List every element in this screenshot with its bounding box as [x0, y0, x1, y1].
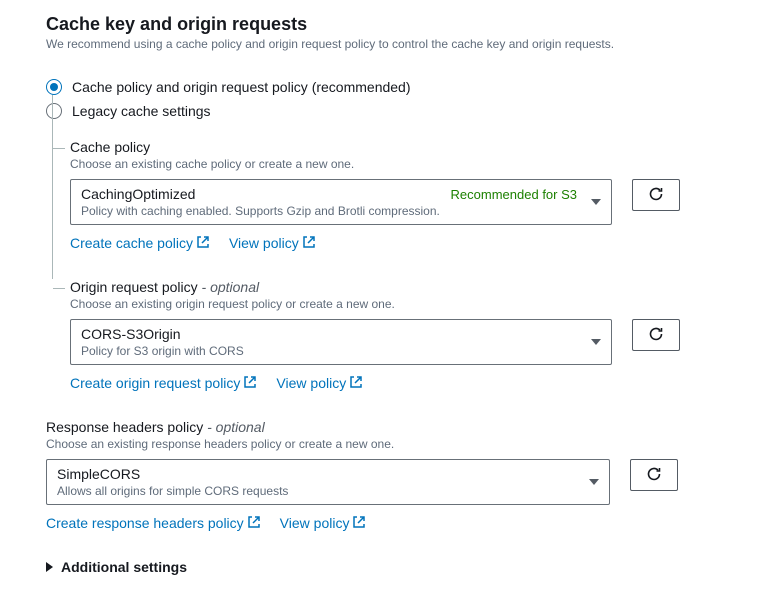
radio-label: Cache policy and origin request policy (… — [72, 79, 411, 95]
refresh-icon — [646, 466, 662, 485]
cache-policy-select[interactable]: CachingOptimized Recommended for S3 Poli… — [70, 179, 612, 225]
select-subtext: Allows all origins for simple CORS reque… — [57, 484, 579, 498]
view-cache-policy-link[interactable]: View policy — [229, 235, 315, 251]
view-origin-policy-link[interactable]: View policy — [276, 375, 362, 391]
origin-policy-hint: Choose an existing origin request policy… — [70, 297, 717, 311]
cache-policy-label: Cache policy — [70, 139, 717, 155]
refresh-origin-policy-button[interactable] — [632, 319, 680, 351]
optional-text: - optional — [203, 419, 264, 435]
external-link-icon — [197, 235, 209, 251]
radio-icon — [46, 79, 62, 95]
chevron-down-icon — [591, 339, 601, 345]
external-link-icon — [350, 375, 362, 391]
section-title: Cache key and origin requests — [46, 14, 717, 35]
optional-text: - optional — [198, 279, 259, 295]
chevron-down-icon — [591, 199, 601, 205]
link-text: View policy — [276, 375, 346, 391]
link-text: Create origin request policy — [70, 375, 240, 391]
select-subtext: Policy for S3 origin with CORS — [81, 344, 581, 358]
select-value: SimpleCORS — [57, 466, 140, 482]
refresh-cache-policy-button[interactable] — [632, 179, 680, 211]
select-value: CachingOptimized — [81, 186, 195, 202]
additional-settings-toggle[interactable]: Additional settings — [46, 559, 717, 575]
additional-settings-label: Additional settings — [61, 559, 187, 575]
chevron-down-icon — [589, 479, 599, 485]
external-link-icon — [303, 235, 315, 251]
create-cache-policy-link[interactable]: Create cache policy — [70, 235, 209, 251]
recommended-badge: Recommended for S3 — [451, 187, 577, 202]
origin-policy-label: Origin request policy - optional — [70, 279, 717, 295]
cache-policy-field: Cache policy Choose an existing cache po… — [70, 139, 717, 251]
label-text: Origin request policy — [70, 279, 198, 295]
policy-mode-radio-group: Cache policy and origin request policy (… — [46, 79, 717, 119]
radio-icon — [46, 103, 62, 119]
connector-line — [53, 288, 65, 289]
link-text: View policy — [280, 515, 350, 531]
link-text: Create cache policy — [70, 235, 193, 251]
origin-request-policy-field: Origin request policy - optional Choose … — [70, 279, 717, 391]
external-link-icon — [248, 515, 260, 531]
origin-policy-select[interactable]: CORS-S3Origin Policy for S3 origin with … — [70, 319, 612, 365]
connector-line — [52, 95, 53, 279]
external-link-icon — [244, 375, 256, 391]
response-policy-hint: Choose an existing response headers poli… — [46, 437, 717, 451]
refresh-icon — [648, 186, 664, 205]
create-origin-policy-link[interactable]: Create origin request policy — [70, 375, 256, 391]
link-text: Create response headers policy — [46, 515, 244, 531]
response-headers-policy-field: Response headers policy - optional Choos… — [46, 419, 717, 531]
radio-recommended[interactable]: Cache policy and origin request policy (… — [46, 79, 717, 95]
section-description: We recommend using a cache policy and or… — [46, 37, 717, 51]
radio-label: Legacy cache settings — [72, 103, 211, 119]
external-link-icon — [353, 515, 365, 531]
response-policy-select[interactable]: SimpleCORS Allows all origins for simple… — [46, 459, 610, 505]
label-text: Response headers policy — [46, 419, 203, 435]
refresh-response-policy-button[interactable] — [630, 459, 678, 491]
view-response-policy-link[interactable]: View policy — [280, 515, 366, 531]
select-value: CORS-S3Origin — [81, 326, 181, 342]
connector-line — [53, 148, 65, 149]
caret-right-icon — [46, 562, 53, 572]
refresh-icon — [648, 326, 664, 345]
select-subtext: Policy with caching enabled. Supports Gz… — [81, 204, 581, 218]
create-response-policy-link[interactable]: Create response headers policy — [46, 515, 260, 531]
response-policy-label: Response headers policy - optional — [46, 419, 717, 435]
radio-legacy[interactable]: Legacy cache settings — [46, 103, 717, 119]
cache-policy-hint: Choose an existing cache policy or creat… — [70, 157, 717, 171]
link-text: View policy — [229, 235, 299, 251]
